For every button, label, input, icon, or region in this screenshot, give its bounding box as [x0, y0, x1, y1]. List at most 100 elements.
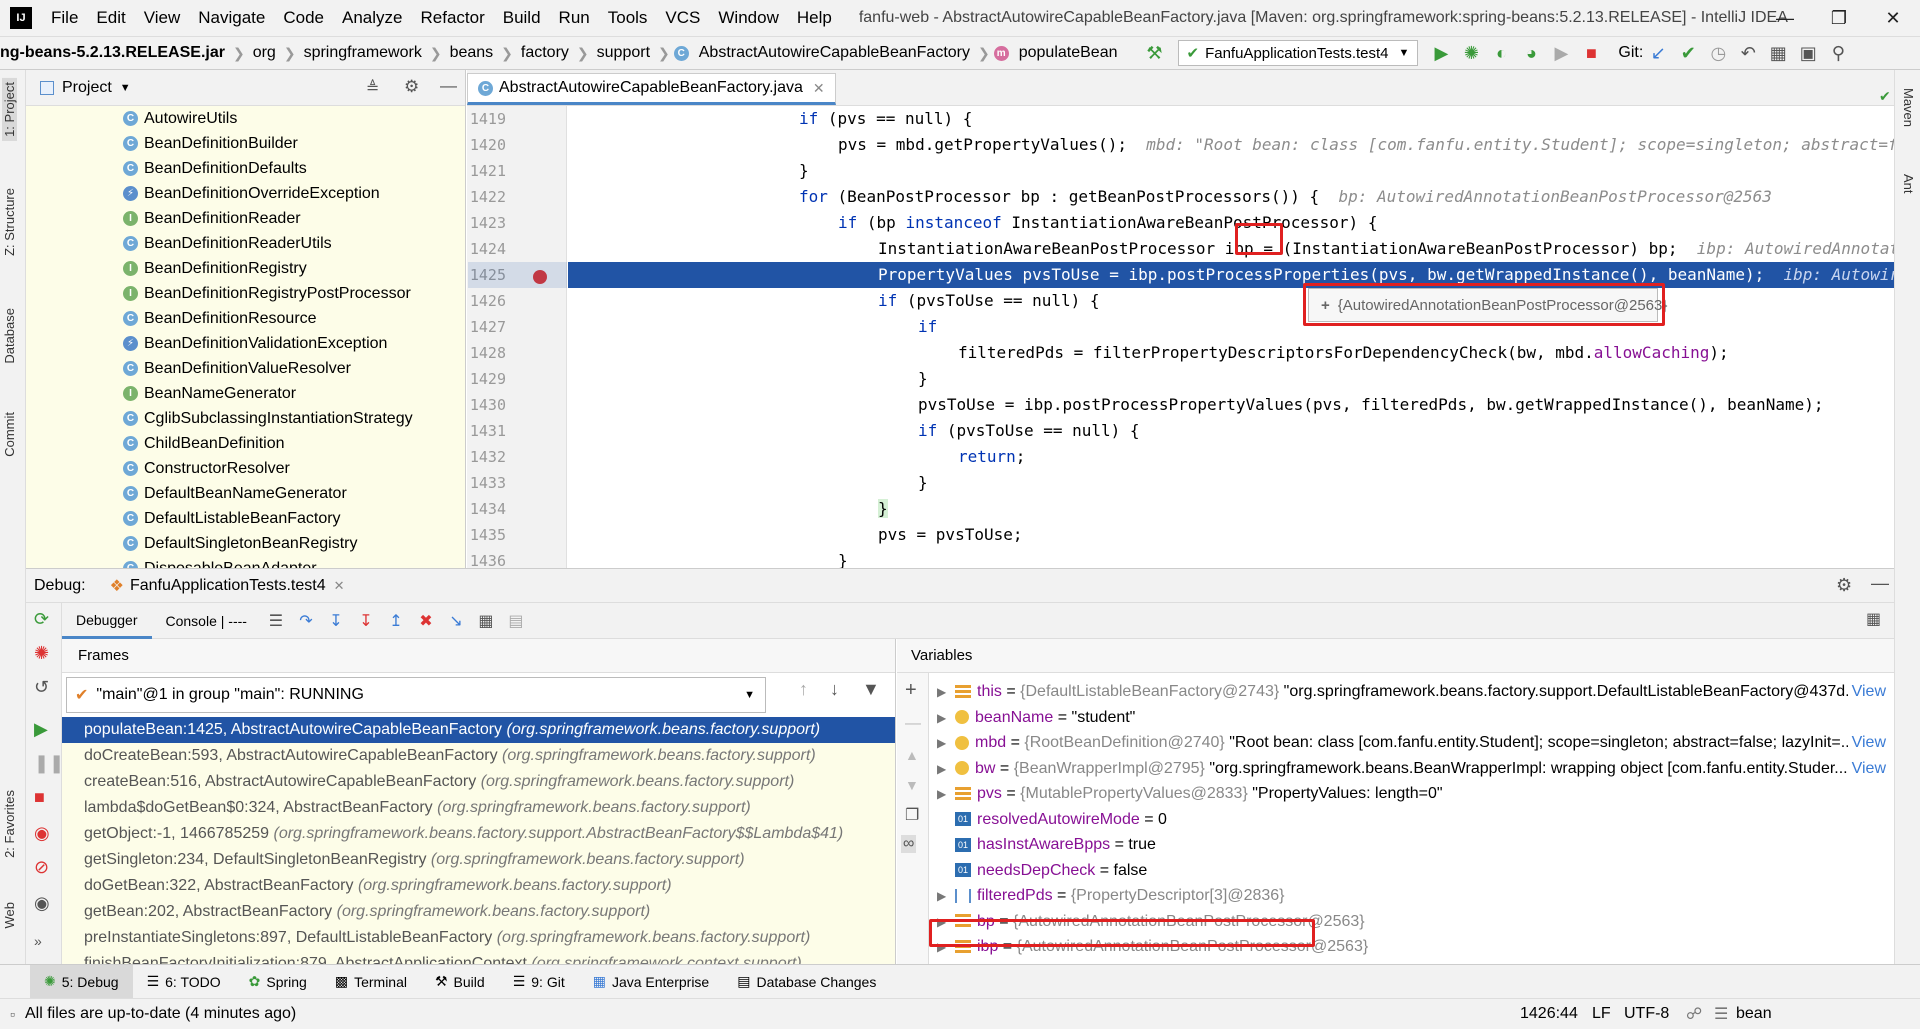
arrow-down-icon[interactable]: ↓: [830, 679, 839, 700]
project-tree-item[interactable]: C CglibSubclassingInstantiationStrategy: [26, 406, 465, 431]
caret-position[interactable]: 1426:44: [1520, 1005, 1578, 1023]
build-hammer-icon[interactable]: ⚒: [1140, 38, 1170, 68]
variable-row[interactable]: ▶ filteredPds = {PropertyDescriptor[3]@28…: [929, 883, 1894, 908]
expand-arrow-icon[interactable]: ▶: [937, 782, 951, 806]
pause-icon[interactable]: ❚❚: [34, 753, 64, 774]
tab-commit[interactable]: Commit: [2, 412, 17, 457]
glasses-icon[interactable]: ∞: [901, 835, 917, 853]
tab-maven[interactable]: Maven: [1901, 88, 1916, 127]
restore-layout-icon[interactable]: ↺: [34, 677, 49, 698]
minimize-icon[interactable]: —: [1758, 0, 1812, 36]
line-number[interactable]: 1423: [466, 214, 506, 232]
menu-view[interactable]: View: [135, 0, 190, 36]
remove-watch-icon[interactable]: —: [905, 715, 921, 733]
search-icon[interactable]: ⚲: [1823, 38, 1853, 68]
view-link[interactable]: View: [1847, 679, 1886, 704]
stop-icon[interactable]: ■: [1576, 38, 1606, 68]
line-number[interactable]: 1424: [466, 240, 506, 258]
line-number[interactable]: 1433: [466, 474, 506, 492]
view-link[interactable]: View: [1847, 755, 1886, 781]
arrow-up-icon[interactable]: ↑: [799, 679, 808, 700]
debug-session-tab[interactable]: FanfuApplicationTests.test4: [130, 577, 326, 595]
file-encoding[interactable]: UTF-8: [1624, 1005, 1669, 1023]
project-tree-item[interactable]: C BeanDefinitionBuilder: [26, 131, 465, 156]
stack-frame-row[interactable]: populateBean:1425, AbstractAutowireCapab…: [62, 717, 895, 743]
breadcrumb-jar[interactable]: ng-beans-5.2.13.RELEASE.jar: [0, 44, 229, 62]
tab-database[interactable]: Database: [2, 308, 17, 364]
view-breakpoints-icon[interactable]: ◉: [34, 823, 50, 844]
stack-frame-row[interactable]: getObject:-1, 1466785259 (org.springfram…: [62, 821, 895, 847]
tab-build[interactable]: ⚒ Build: [421, 965, 499, 999]
line-number[interactable]: 1419: [466, 110, 506, 128]
close-tab-icon[interactable]: ✕: [813, 80, 825, 97]
project-tree-item[interactable]: ⚡ BeanDefinitionValidationException: [26, 331, 465, 356]
project-tree-item[interactable]: ⚡ BeanDefinitionOverrideException: [26, 181, 465, 206]
project-tree-item[interactable]: C AutowireUtils: [26, 106, 465, 131]
line-number[interactable]: 1429: [466, 370, 506, 388]
tab-git[interactable]: ☰ 9: Git: [499, 965, 579, 999]
line-number[interactable]: 1428: [466, 344, 506, 362]
breadcrumb-org[interactable]: org: [249, 44, 280, 62]
collapse-all-icon[interactable]: ≜: [366, 78, 379, 98]
step-into-icon[interactable]: ↧: [321, 606, 351, 636]
menu-code[interactable]: Code: [274, 0, 333, 36]
git-rollback-icon[interactable]: ↶: [1733, 38, 1763, 68]
line-separator[interactable]: LF: [1592, 1005, 1611, 1023]
project-tree-item[interactable]: C BeanDefinitionValueResolver: [26, 356, 465, 381]
hide-panel-icon[interactable]: —: [440, 76, 457, 96]
resume-program-icon[interactable]: ▶: [34, 719, 48, 740]
line-number[interactable]: 1422: [466, 188, 506, 206]
variable-row[interactable]: ▶ pvs = {MutablePropertyValues@2833} "Pro…: [929, 781, 1894, 806]
gear-icon[interactable]: ⚙: [1836, 575, 1852, 596]
variable-row[interactable]: 01 hasInstAwareBpps = true: [929, 832, 1894, 857]
project-tree-item[interactable]: I BeanNameGenerator: [26, 381, 465, 406]
tab-terminal[interactable]: ▩ Terminal: [321, 965, 421, 999]
run-configuration-select[interactable]: ✔ FanfuApplicationTests.test4 ▼: [1177, 40, 1419, 66]
editor-tab-active[interactable]: C AbstractAutowireCapableBeanFactory.jav…: [467, 73, 836, 105]
stack-frame-row[interactable]: createBean:516, AbstractAutowireCapableB…: [62, 769, 895, 795]
line-number[interactable]: 1427: [466, 318, 506, 336]
add-watch-icon[interactable]: +: [905, 679, 917, 702]
step-out-icon[interactable]: ↥: [381, 606, 411, 636]
project-tree-item[interactable]: C BeanDefinitionDefaults: [26, 156, 465, 181]
menu-build[interactable]: Build: [494, 0, 550, 36]
step-over-icon[interactable]: ↷: [291, 606, 321, 636]
move-down-icon[interactable]: ▼: [905, 777, 919, 793]
debug-bug-icon[interactable]: ✺: [1456, 38, 1486, 68]
copy-icon[interactable]: ❐: [905, 805, 919, 825]
expand-arrow-icon[interactable]: ▶: [937, 757, 951, 781]
variable-row[interactable]: ▶ bw = {BeanWrapperImpl@2795} "org.spring…: [929, 755, 1894, 781]
resume-icon[interactable]: ▶: [1546, 38, 1576, 68]
camera-icon[interactable]: ◉: [34, 893, 50, 914]
project-tree-item[interactable]: C DefaultSingletonBeanRegistry: [26, 531, 465, 556]
tab-spring[interactable]: ✿ Spring: [235, 965, 321, 999]
code-area[interactable]: if (pvs == null) { pvs = mbd.getProperty…: [568, 106, 1894, 568]
more-icon[interactable]: »: [34, 933, 42, 949]
project-tree-item[interactable]: C ConstructorResolver: [26, 456, 465, 481]
menu-help[interactable]: Help: [788, 0, 841, 36]
lock-icon[interactable]: ☍: [1686, 1004, 1702, 1024]
tab-debug[interactable]: ✺ 5: Debug: [30, 964, 133, 999]
project-structure-icon[interactable]: ▦: [1763, 38, 1793, 68]
tab-console[interactable]: Console | ----: [152, 613, 261, 629]
git-commit-icon[interactable]: ✔: [1673, 38, 1703, 68]
menu-edit[interactable]: Edit: [87, 0, 134, 36]
mute-breakpoints-icon[interactable]: ⊘: [34, 857, 49, 878]
move-up-icon[interactable]: ▲: [905, 747, 919, 763]
project-tree-item[interactable]: I BeanDefinitionReader: [26, 206, 465, 231]
menu-vcs[interactable]: VCS: [656, 0, 709, 36]
close-session-icon[interactable]: ✕: [334, 578, 345, 594]
close-icon[interactable]: ✕: [1866, 0, 1920, 36]
line-number[interactable]: 1430: [466, 396, 506, 414]
line-number[interactable]: 1434: [466, 500, 506, 518]
stack-frame-row[interactable]: preInstantiateSingletons:897, DefaultLis…: [62, 925, 895, 951]
layout-settings-icon[interactable]: ▦: [1866, 609, 1881, 629]
breadcrumb-support[interactable]: support: [593, 44, 654, 62]
menu-refactor[interactable]: Refactor: [411, 0, 493, 36]
profile-icon[interactable]: ◕: [1516, 38, 1546, 68]
breadcrumb-factory[interactable]: factory: [517, 44, 573, 62]
line-number[interactable]: 1426: [466, 292, 506, 310]
expand-arrow-icon[interactable]: ▶: [937, 706, 951, 730]
breadcrumb-beans[interactable]: beans: [446, 44, 498, 62]
git-branch-label[interactable]: bean: [1736, 1005, 1772, 1023]
